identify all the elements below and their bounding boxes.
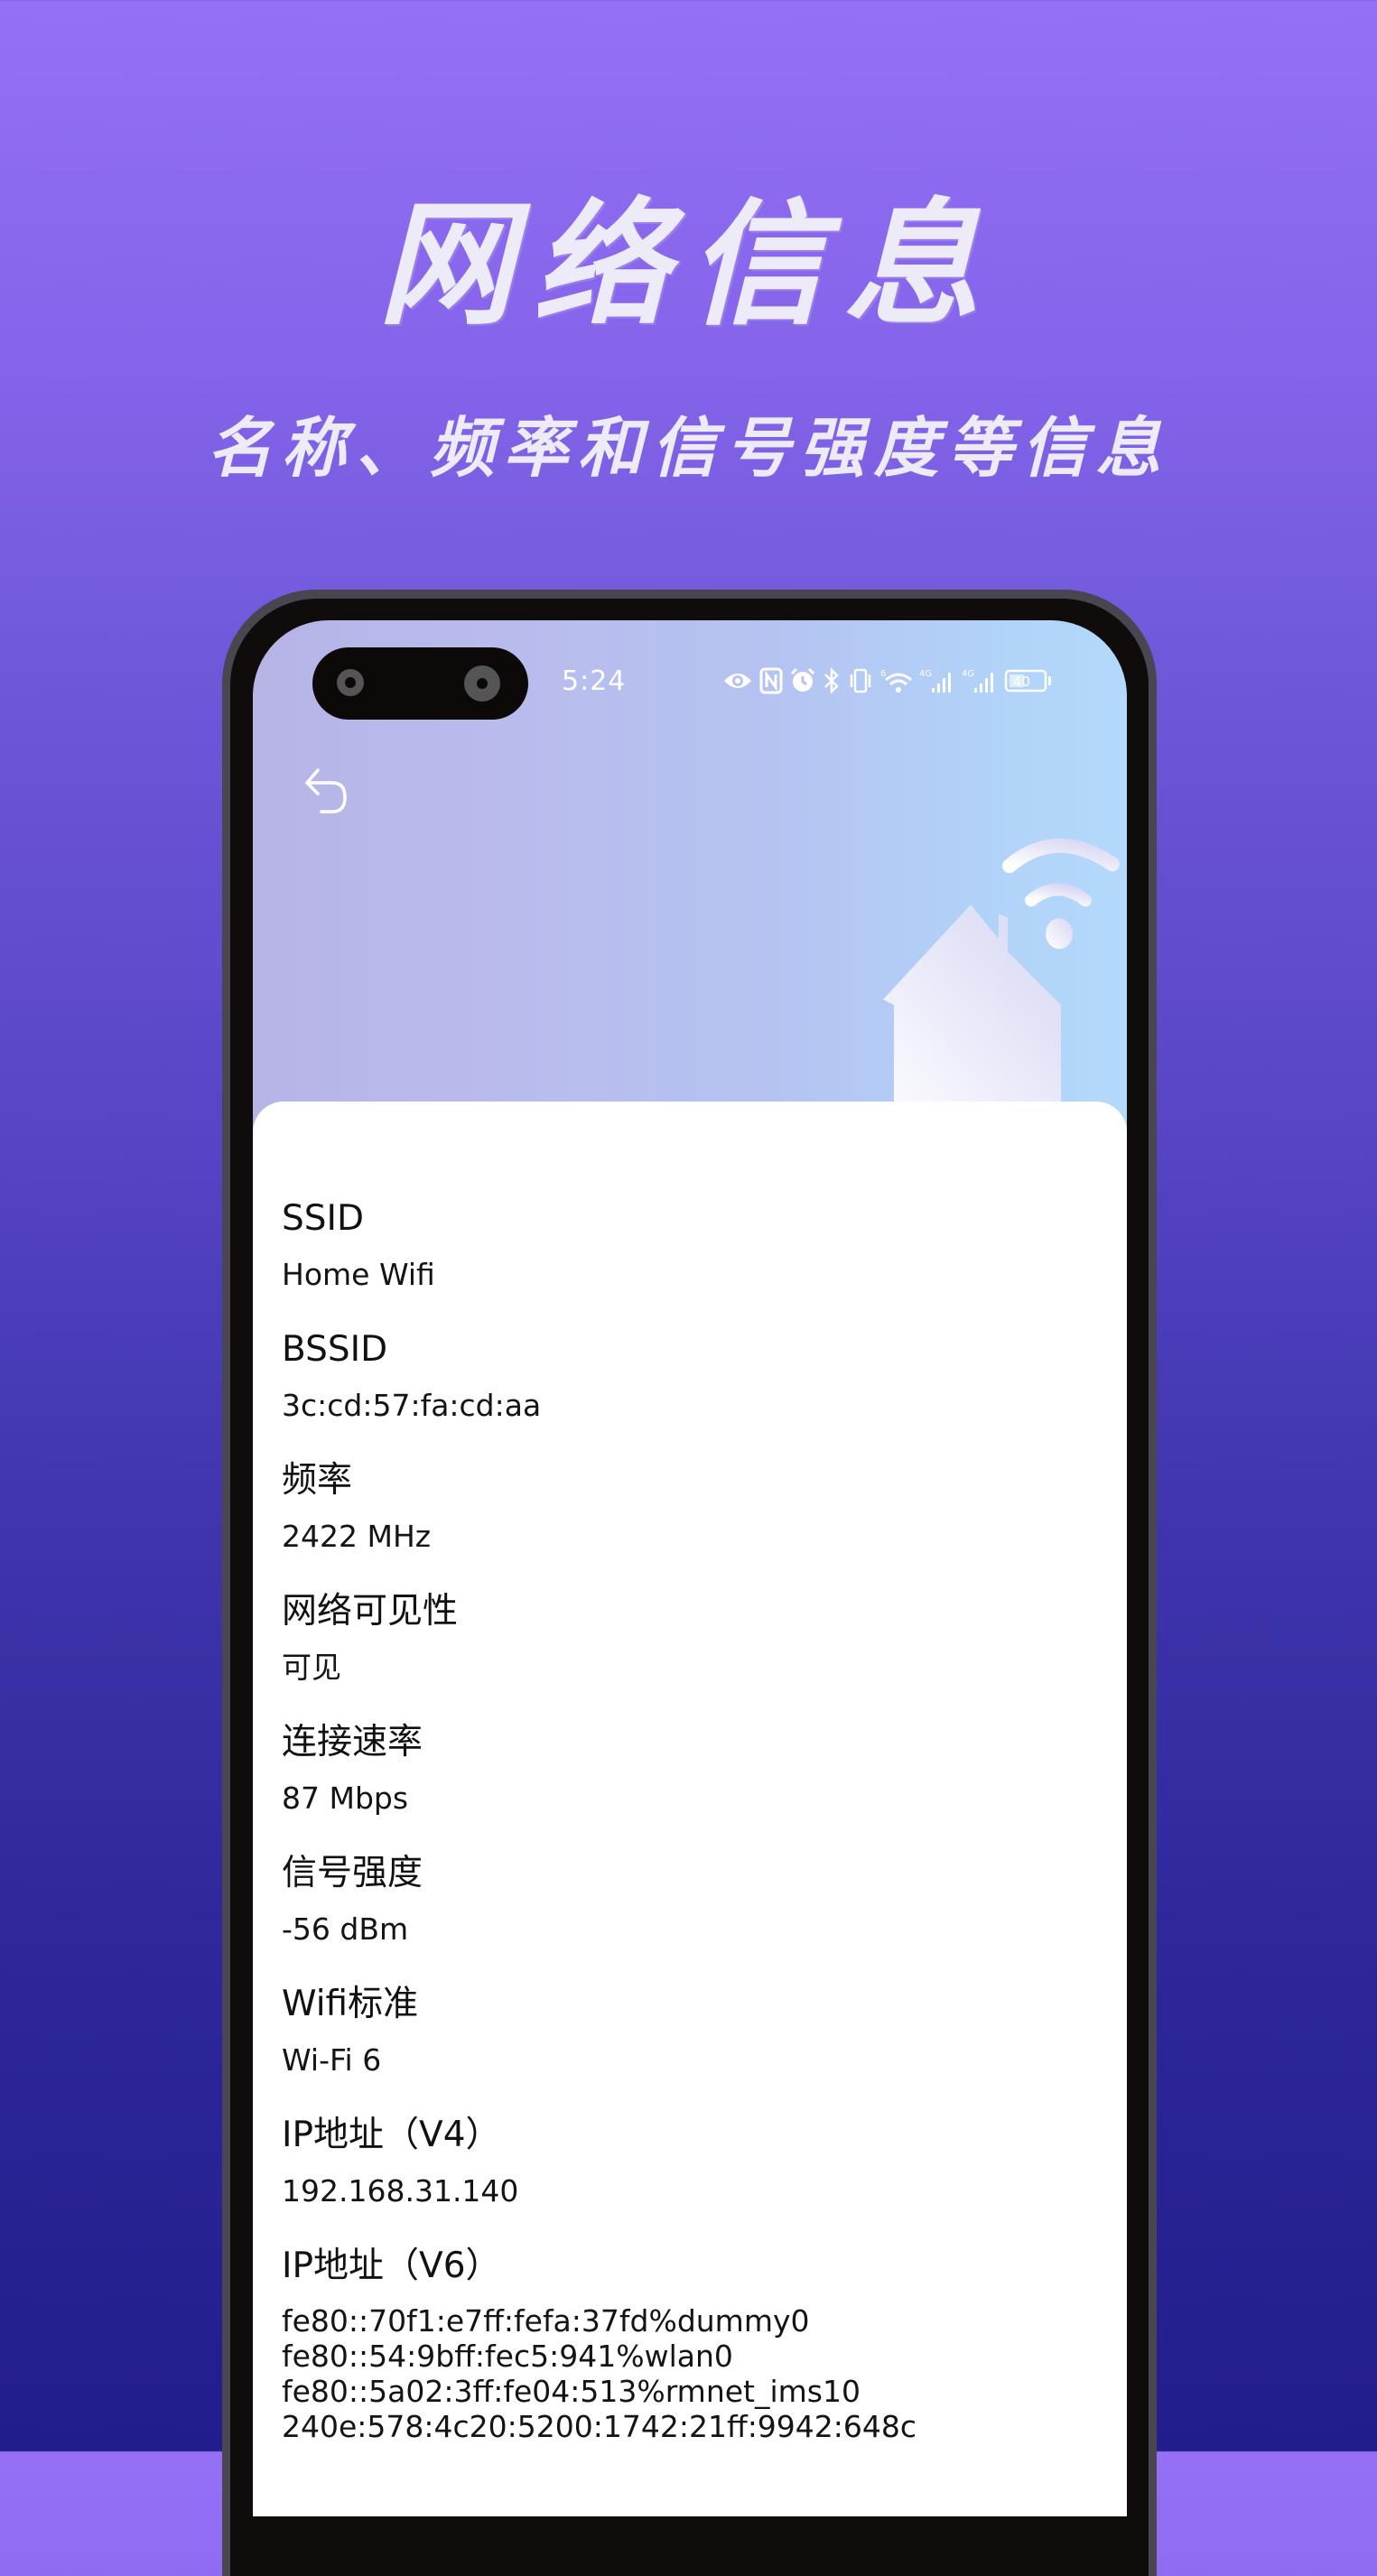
visibility-label: 网络可见性 [282,1591,459,1632]
info-row-bssid: BSSID 3c:cd:57:fa:cd:aa [282,1332,541,1420]
bssid-label: BSSID [282,1329,388,1370]
signal-value: -56 dBm [282,1911,409,1947]
house-wifi-illustration [876,828,1120,1117]
ipv6-value: fe80::54:9bff:fec5:941%wlan0 [282,2339,733,2374]
link-speed-value: 87 Mbps [282,1781,409,1816]
svg-text:4G: 4G [919,669,932,679]
vibrate-icon [847,667,874,694]
info-card: SSID Home Wifi BSSID 3c:cd:57:fa:cd:aa 频… [253,1102,1127,2516]
wifi-6-icon: 6 [880,667,913,694]
promo-headline: 网络信息 [377,185,1000,344]
info-row-ssid: SSID Home Wifi [282,1201,435,1289]
standard-label: Wifi标准 [282,1984,419,2024]
info-row-frequency: 频率 2422 MHz [282,1463,431,1551]
status-time: 5:24 [562,665,627,697]
signal-label: 信号强度 [282,1853,423,1893]
ipv6-label: IP地址（V6） [282,2246,501,2286]
visibility-value: 可见 [282,1650,341,1685]
status-icons: 6 4G 4G 40 [722,665,1053,696]
back-button[interactable] [300,763,354,817]
ipv4-label: IP地址（V4） [282,2115,501,2155]
svg-text:4G: 4G [962,669,974,679]
nfc-icon [759,667,783,694]
bssid-value: 3c:cd:57:fa:cd:aa [282,1388,542,1423]
promo-subheadline: 名称、频率和信号强度等信息 [207,409,1170,486]
ipv4-value: 192.168.31.140 [282,2173,519,2209]
ipv6-value: 240e:578:4c20:5200:1742:21ff:9942:648c [282,2409,917,2444]
signal-4g-1-icon: 4G [919,667,955,694]
ipv6-value: fe80::70f1:e7ff:fefa:37fd%dummy0 [282,2303,810,2339]
frequency-label: 频率 [282,1460,353,1501]
info-row-link-speed: 连接速率 87 Mbps [282,1725,423,1813]
alarm-icon [789,667,816,694]
ssid-label: SSID [282,1198,365,1239]
camera-lens [337,669,364,696]
info-row-standard: Wifi标准 Wi-Fi 6 [282,1986,418,2075]
standard-value: Wi-Fi 6 [282,2042,382,2078]
signal-4g-2-icon: 4G [962,667,998,694]
info-row-visibility: 网络可见性 可见 [282,1594,458,1682]
svg-text:40: 40 [1013,674,1030,690]
ipv6-values: fe80::70f1:e7ff:fefa:37fd%dummy0 fe80::5… [282,2303,916,2444]
info-row-signal: 信号强度 -56 dBm [282,1855,423,1944]
ssid-value: Home Wifi [282,1257,435,1292]
back-arrow-icon [305,768,347,814]
frequency-value: 2422 MHz [282,1519,432,1554]
camera-cutout [312,647,528,720]
ipv6-value: fe80::5a02:3ff:fe04:513%rmnet_ims10 [282,2374,861,2409]
camera-lens [464,665,500,702]
svg-text:6: 6 [880,669,886,679]
info-row-ipv6: IP地址（V6） fe80::70f1:e7ff:fefa:37fd%dummy… [282,2248,916,2444]
info-row-ipv4: IP地址（V4） 192.168.31.140 [282,2117,518,2206]
link-speed-label: 连接速率 [282,1722,423,1762]
phone-screen: 5:24 6 4G 4G 40 SSID Home Wifi BSSID 3c:… [253,620,1127,2516]
battery-icon: 40 [1004,668,1053,693]
eye-comfort-icon [722,669,753,693]
bluetooth-icon [823,666,841,695]
